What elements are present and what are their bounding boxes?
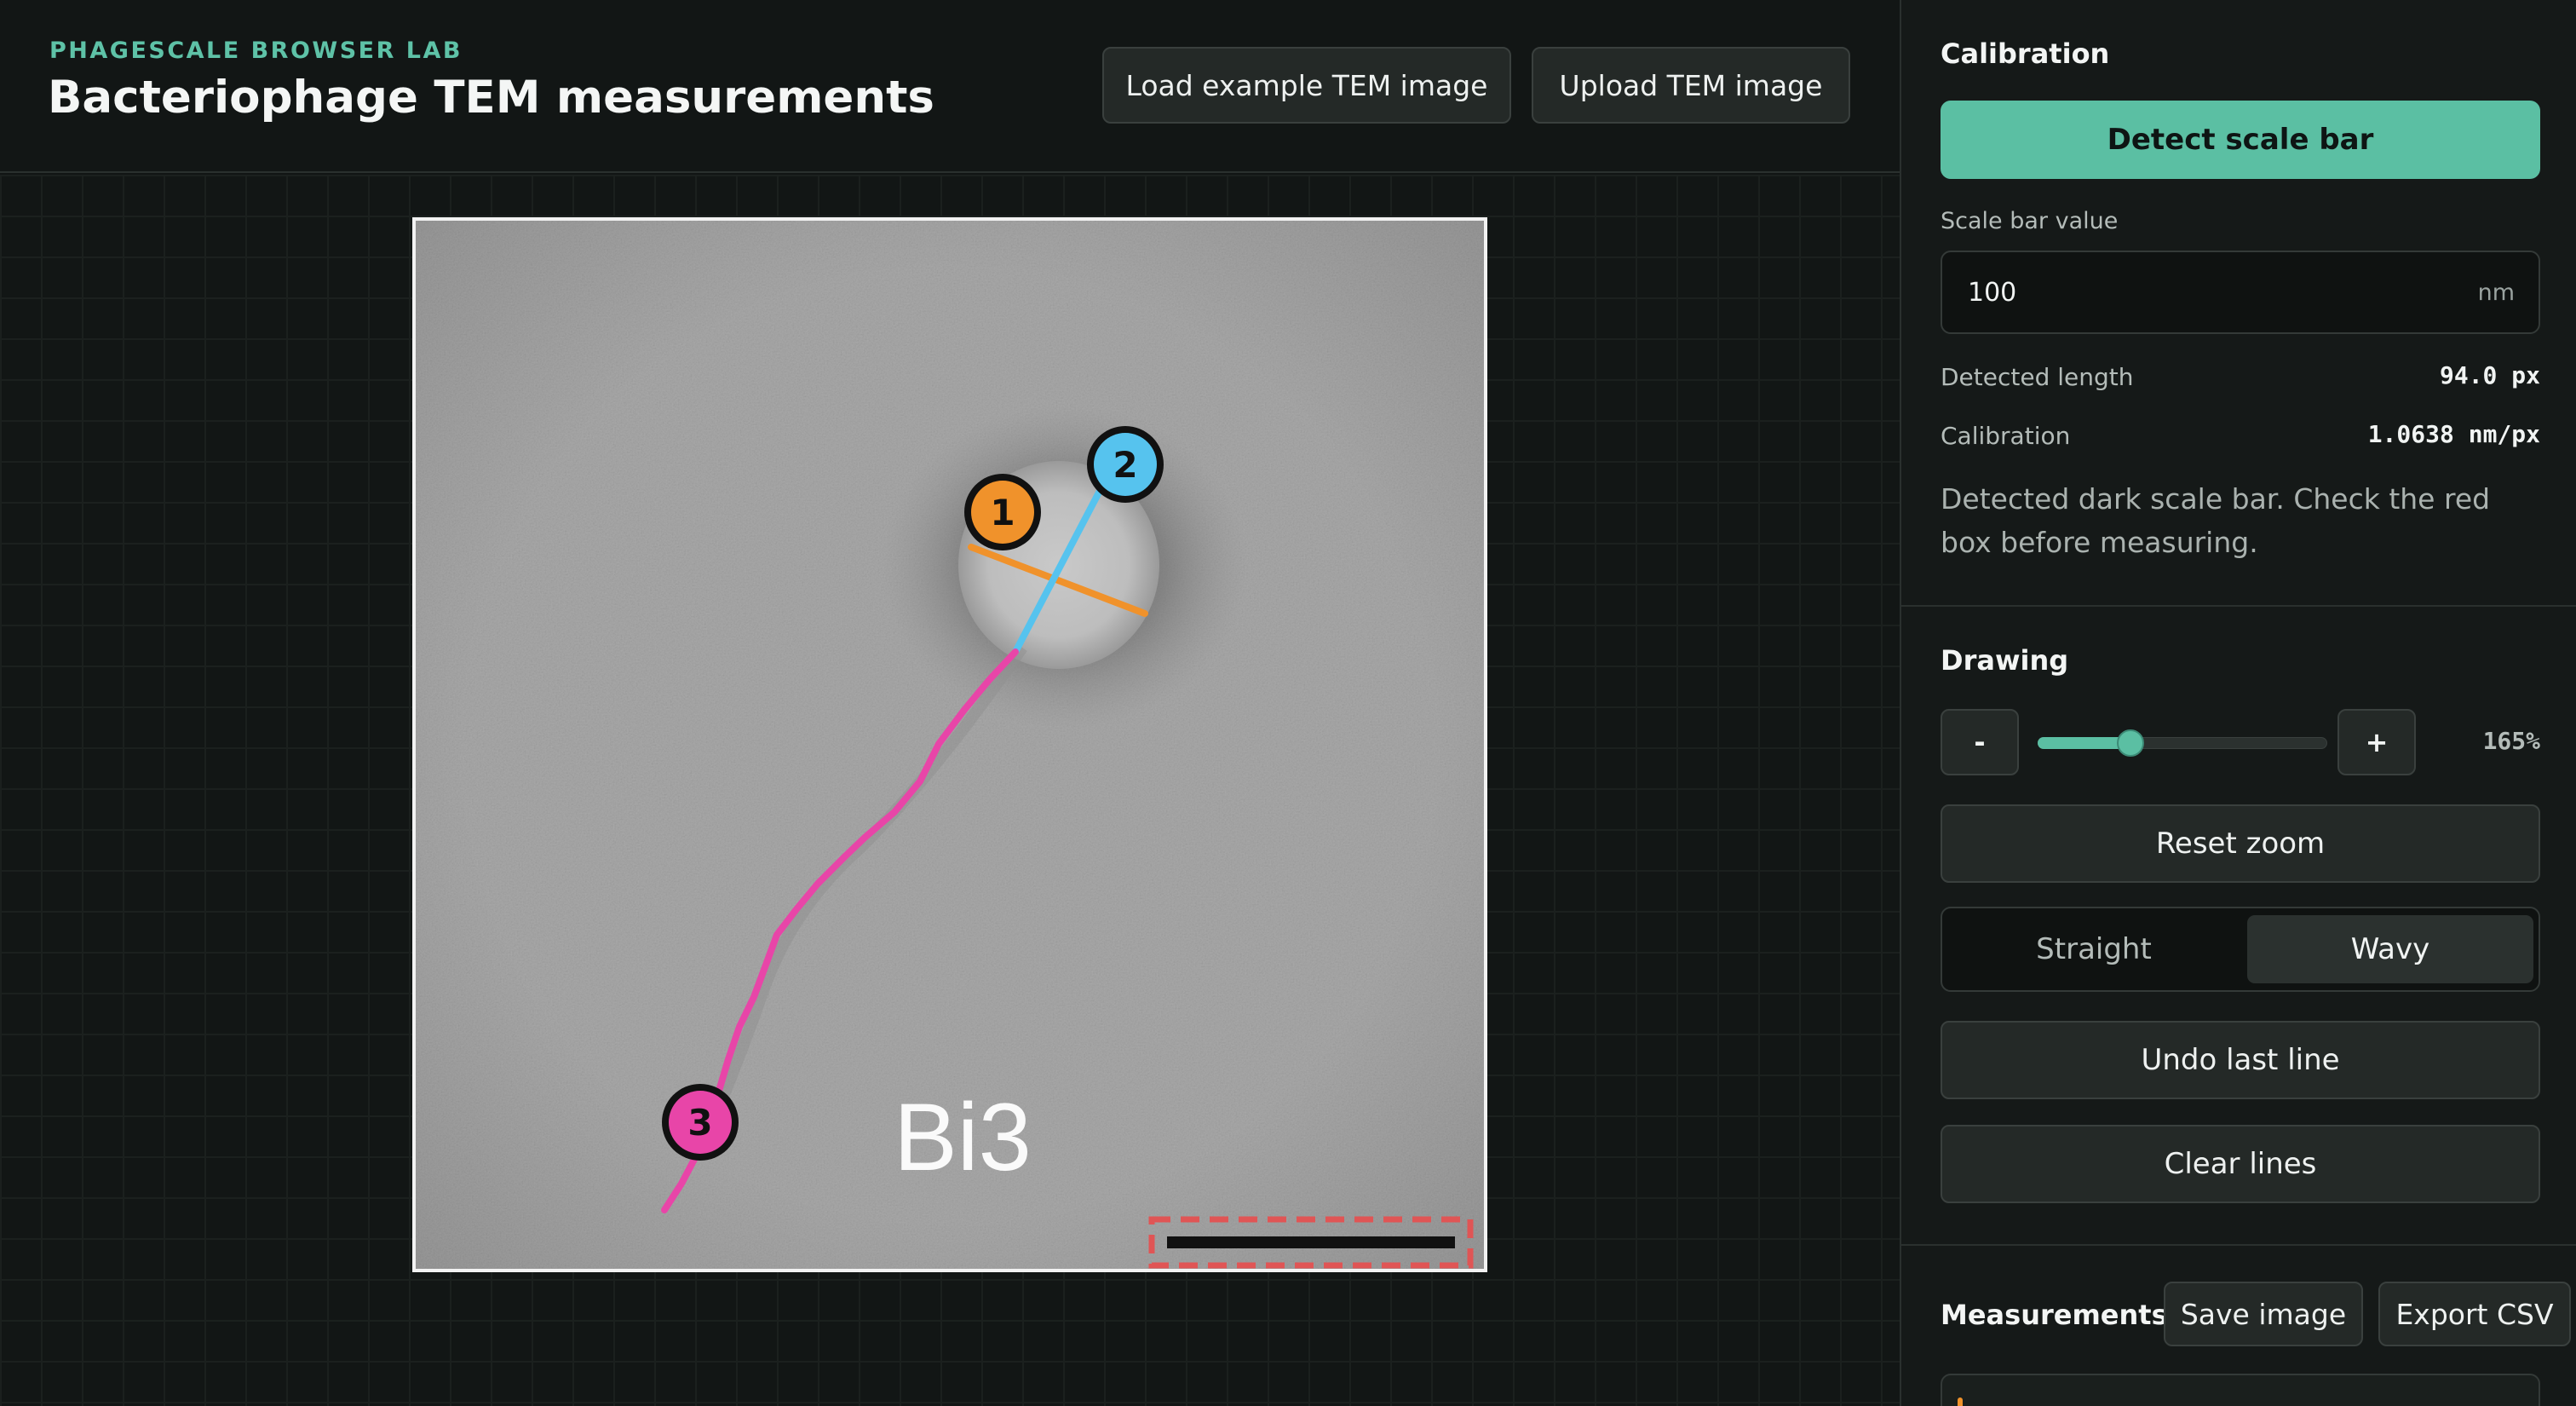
calibration-title: Calibration <box>1941 37 2110 70</box>
detected-length-label: Detected length <box>1941 363 2134 391</box>
zoom-out-button[interactable]: - <box>1941 709 2019 775</box>
app-root: PHAGESCALE BROWSER LAB Bacteriophage TEM… <box>0 0 2576 1406</box>
app-eyebrow: PHAGESCALE BROWSER LAB <box>49 37 463 64</box>
scale-bar <box>1167 1236 1455 1248</box>
upload-image-button[interactable]: Upload TEM image <box>1532 47 1850 124</box>
zoom-slider-thumb[interactable] <box>2116 729 2144 757</box>
line-mode-toggle: Straight Wavy <box>1941 907 2540 992</box>
measurement-color-swatch <box>1958 1397 1963 1406</box>
marker-2[interactable]: 2 <box>1087 426 1164 503</box>
scale-bar-value-field[interactable]: nm <box>1941 251 2540 334</box>
mode-wavy-option[interactable]: Wavy <box>2247 915 2533 983</box>
scale-bar-value-input[interactable] <box>1968 252 2445 332</box>
image-label: Bi3 <box>894 1084 1032 1190</box>
canvas-area[interactable]: 1 2 3 Bi3 <box>0 175 1900 1406</box>
undo-last-line-button[interactable]: Undo last line <box>1941 1021 2540 1099</box>
measurements-title: Measurements <box>1941 1299 2168 1331</box>
mode-straight-option[interactable]: Straight <box>1951 915 2237 983</box>
scale-bar-value-label: Scale bar value <box>1941 208 2119 234</box>
reset-zoom-button[interactable]: Reset zoom <box>1941 804 2540 883</box>
calibration-status-message: Detected dark scale bar. Check the red b… <box>1941 482 2491 559</box>
marker-1[interactable]: 1 <box>964 474 1041 550</box>
page-title: Bacteriophage TEM measurements <box>48 72 934 124</box>
load-example-button[interactable]: Load example TEM image <box>1102 47 1511 124</box>
scale-unit-label: nm <box>2477 279 2515 306</box>
measurement-list-item[interactable] <box>1941 1374 2540 1406</box>
sidebar: Calibration Detect scale bar Scale bar v… <box>1900 0 2576 1406</box>
calibration-label: Calibration <box>1941 422 2071 450</box>
marker-1-label: 1 <box>990 492 1015 533</box>
clear-lines-button[interactable]: Clear lines <box>1941 1125 2540 1203</box>
tem-canvas[interactable]: 1 2 3 Bi3 <box>0 175 1900 1406</box>
detect-scale-bar-button[interactable]: Detect scale bar <box>1941 101 2540 179</box>
marker-3[interactable]: 3 <box>662 1084 739 1161</box>
marker-2-label: 2 <box>1113 444 1137 486</box>
detected-length-value: 94.0 px <box>2439 361 2540 389</box>
calibration-value: 1.0638 nm/px <box>2367 420 2540 448</box>
calibration-section: Calibration Detect scale bar Scale bar v… <box>1901 0 2576 605</box>
zoom-level: 165% <box>2482 727 2540 755</box>
zoom-in-button[interactable]: + <box>2337 709 2416 775</box>
zoom-slider[interactable] <box>2038 726 2327 760</box>
drawing-section: Drawing - + 165% Reset zoom Straight Wav… <box>1901 607 2576 1244</box>
export-csv-button[interactable]: Export CSV <box>2378 1282 2571 1346</box>
drawing-title: Drawing <box>1941 644 2069 677</box>
save-image-button[interactable]: Save image <box>2164 1282 2363 1346</box>
marker-3-label: 3 <box>687 1102 712 1144</box>
header: PHAGESCALE BROWSER LAB Bacteriophage TEM… <box>0 0 1900 173</box>
